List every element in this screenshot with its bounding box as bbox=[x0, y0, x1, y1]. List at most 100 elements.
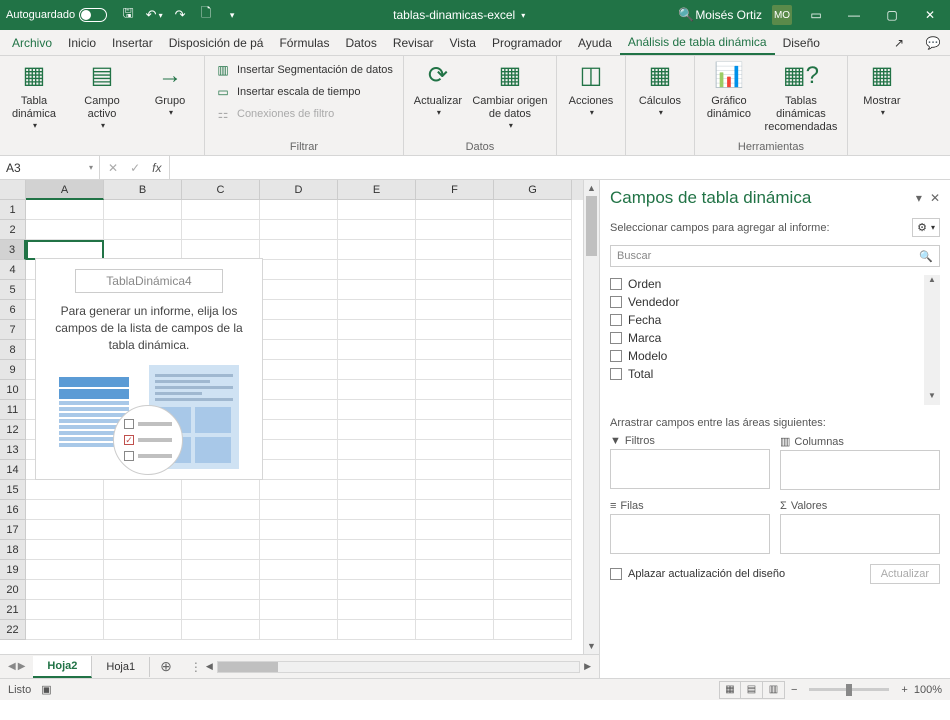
cell[interactable] bbox=[338, 260, 416, 280]
cell[interactable] bbox=[104, 540, 182, 560]
cell[interactable] bbox=[338, 280, 416, 300]
minimize-icon[interactable]: — bbox=[840, 5, 868, 25]
row-header[interactable]: 21 bbox=[0, 600, 26, 620]
cell[interactable] bbox=[494, 440, 572, 460]
tab-disposición-de-pá[interactable]: Disposición de pá bbox=[161, 30, 272, 55]
cell[interactable] bbox=[416, 320, 494, 340]
tab-revisar[interactable]: Revisar bbox=[385, 30, 442, 55]
cell[interactable] bbox=[416, 540, 494, 560]
cell[interactable] bbox=[494, 320, 572, 340]
values-dropzone[interactable] bbox=[780, 514, 940, 554]
row-header[interactable]: 15 bbox=[0, 480, 26, 500]
column-header[interactable]: D bbox=[260, 180, 338, 200]
cell[interactable] bbox=[26, 540, 104, 560]
cell[interactable] bbox=[26, 580, 104, 600]
cell[interactable] bbox=[104, 620, 182, 640]
row-header[interactable]: 13 bbox=[0, 440, 26, 460]
cell[interactable] bbox=[416, 480, 494, 500]
cell[interactable] bbox=[338, 460, 416, 480]
row-header[interactable]: 10 bbox=[0, 380, 26, 400]
field-item[interactable]: Marca bbox=[610, 329, 924, 347]
cell[interactable] bbox=[26, 600, 104, 620]
cell[interactable] bbox=[26, 560, 104, 580]
actions-button[interactable]: ◫Acciones▾ bbox=[563, 60, 619, 120]
zoom-slider[interactable] bbox=[809, 688, 889, 691]
prev-sheet-icon[interactable]: ◀ bbox=[8, 661, 16, 672]
field-item[interactable]: Vendedor bbox=[610, 293, 924, 311]
cell[interactable] bbox=[416, 580, 494, 600]
cell[interactable] bbox=[260, 500, 338, 520]
cell[interactable] bbox=[260, 560, 338, 580]
cell[interactable] bbox=[494, 460, 572, 480]
tab-fórmulas[interactable]: Fórmulas bbox=[271, 30, 337, 55]
scroll-up-icon[interactable]: ▲ bbox=[584, 180, 599, 196]
tab-programador[interactable]: Programador bbox=[484, 30, 570, 55]
cell[interactable] bbox=[104, 480, 182, 500]
cell[interactable] bbox=[182, 240, 260, 260]
row-header[interactable]: 17 bbox=[0, 520, 26, 540]
row-header[interactable]: 6 bbox=[0, 300, 26, 320]
cell[interactable] bbox=[416, 360, 494, 380]
row-header[interactable]: 1 bbox=[0, 200, 26, 220]
row-header[interactable]: 3 bbox=[0, 240, 26, 260]
rows-dropzone[interactable] bbox=[610, 514, 770, 554]
cell[interactable] bbox=[338, 320, 416, 340]
cell[interactable] bbox=[494, 340, 572, 360]
cell[interactable] bbox=[260, 440, 338, 460]
page-break-button[interactable]: ▥ bbox=[763, 681, 785, 699]
cell[interactable] bbox=[260, 280, 338, 300]
cell[interactable] bbox=[26, 200, 104, 220]
pane-settings-button[interactable]: ⚙▾ bbox=[912, 218, 940, 237]
pivotchart-button[interactable]: 📊Gráfico dinámico bbox=[701, 60, 757, 123]
scroll-down-icon[interactable]: ▼ bbox=[924, 391, 940, 405]
cell[interactable] bbox=[416, 500, 494, 520]
cell[interactable] bbox=[260, 460, 338, 480]
cell[interactable] bbox=[416, 220, 494, 240]
cell[interactable] bbox=[416, 280, 494, 300]
defer-checkbox[interactable] bbox=[610, 568, 622, 580]
cell[interactable] bbox=[260, 520, 338, 540]
tab-inicio[interactable]: Inicio bbox=[60, 30, 104, 55]
cell[interactable] bbox=[416, 400, 494, 420]
cell[interactable] bbox=[338, 520, 416, 540]
cell[interactable] bbox=[104, 240, 182, 260]
row-header[interactable]: 9 bbox=[0, 360, 26, 380]
field-checkbox[interactable] bbox=[610, 350, 622, 362]
cell[interactable] bbox=[416, 460, 494, 480]
cell[interactable] bbox=[494, 240, 572, 260]
cell[interactable] bbox=[338, 300, 416, 320]
tab-ayuda[interactable]: Ayuda bbox=[570, 30, 620, 55]
cell[interactable] bbox=[182, 540, 260, 560]
cell[interactable] bbox=[26, 620, 104, 640]
autosave-toggle[interactable]: Autoguardado bbox=[6, 8, 107, 22]
cell[interactable] bbox=[494, 540, 572, 560]
page-layout-button[interactable]: ▤ bbox=[741, 681, 763, 699]
qat-dropdown-icon[interactable]: ▾ bbox=[223, 6, 241, 24]
cell[interactable] bbox=[260, 540, 338, 560]
sheet-tab[interactable]: Hoja1 bbox=[92, 657, 150, 677]
scroll-right-icon[interactable]: ▶ bbox=[584, 661, 591, 672]
cell[interactable] bbox=[338, 500, 416, 520]
cell[interactable] bbox=[416, 620, 494, 640]
field-checkbox[interactable] bbox=[610, 314, 622, 326]
cell[interactable] bbox=[494, 420, 572, 440]
scroll-up-icon[interactable]: ▲ bbox=[924, 275, 940, 289]
cell[interactable] bbox=[416, 300, 494, 320]
search-icon[interactable]: 🔍 bbox=[677, 6, 695, 24]
tab-datos[interactable]: Datos bbox=[337, 30, 384, 55]
cell[interactable] bbox=[182, 580, 260, 600]
field-checkbox[interactable] bbox=[610, 332, 622, 344]
cell[interactable] bbox=[416, 340, 494, 360]
column-header[interactable]: E bbox=[338, 180, 416, 200]
cell[interactable] bbox=[182, 200, 260, 220]
cell[interactable] bbox=[260, 220, 338, 240]
cell[interactable] bbox=[104, 520, 182, 540]
row-header[interactable]: 16 bbox=[0, 500, 26, 520]
row-header[interactable]: 5 bbox=[0, 280, 26, 300]
next-sheet-icon[interactable]: ▶ bbox=[18, 661, 26, 672]
cell[interactable] bbox=[26, 240, 104, 260]
cell[interactable] bbox=[338, 240, 416, 260]
cell[interactable] bbox=[494, 480, 572, 500]
cell[interactable] bbox=[494, 260, 572, 280]
insert-slicer-button[interactable]: ▥Insertar Segmentación de datos bbox=[211, 60, 397, 80]
